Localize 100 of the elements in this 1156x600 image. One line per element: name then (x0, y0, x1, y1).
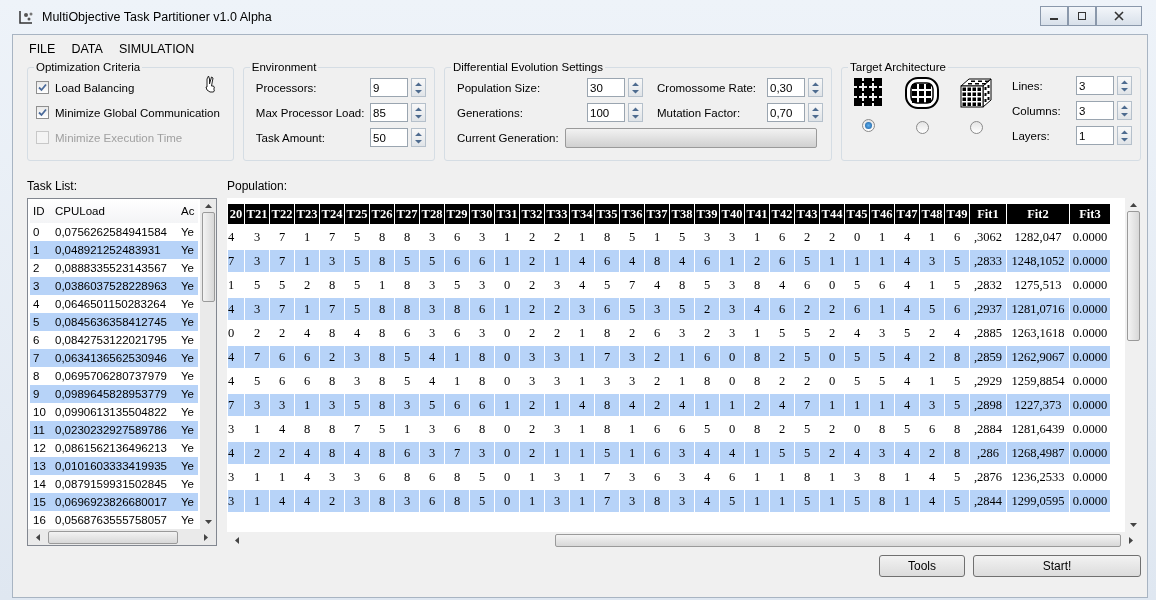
table-cell: 3 (245, 298, 269, 320)
table-cell-text: 7 (627, 276, 637, 294)
table-cell-text: 5 (802, 324, 812, 342)
spinner-button[interactable] (411, 128, 426, 147)
table-cell-text: 4 (777, 276, 787, 294)
table-cell: 4 (228, 346, 244, 368)
list-cell-text: 5 (32, 316, 41, 328)
table-cell-text: 2 (527, 324, 537, 342)
table-cell-text: 0 (502, 468, 512, 486)
menu-item[interactable]: DATA (71, 42, 103, 56)
radio-button[interactable] (861, 119, 875, 132)
table-cell: 4 (295, 490, 319, 512)
spinner-button[interactable] (1117, 76, 1132, 95)
table-cell: 7 (228, 394, 244, 416)
scroll-thumb[interactable] (1126, 211, 1140, 341)
table-cell: 1 (695, 394, 719, 416)
number-field[interactable]: 85 (370, 103, 408, 122)
table-cell-text: 4 (702, 468, 712, 486)
close-button[interactable] (1096, 6, 1142, 26)
list-cell-text: 7 (32, 352, 41, 364)
up-down-arrows-icon (1120, 78, 1129, 93)
table-cell-text: 8 (752, 372, 762, 390)
column-header: T40 (720, 204, 744, 224)
spinner-button[interactable] (411, 78, 426, 97)
list-cell-text: 0,0756262584941584 (54, 226, 168, 238)
number-field[interactable]: 0,30 (767, 78, 805, 97)
spinner-button[interactable] (808, 103, 823, 122)
table-cell: 3 (870, 442, 894, 464)
table-cell: 4 (895, 298, 919, 320)
menu-item[interactable]: SIMULATION (118, 42, 195, 56)
spinner-button[interactable] (411, 103, 426, 122)
table-cell: 2 (270, 442, 294, 464)
checkbox[interactable] (36, 81, 49, 94)
list-cell-text: 2 (32, 262, 41, 274)
table-cell-text: 2 (277, 324, 287, 342)
spinner-button[interactable] (1117, 126, 1132, 145)
table-cell: 3 (320, 394, 344, 416)
table-cell: 5 (945, 250, 969, 272)
column-header: Fit2 (1007, 204, 1069, 224)
table-cell-text: 1 (302, 228, 312, 246)
up-down-arrows-icon (1120, 128, 1129, 143)
table-cell: 8 (870, 490, 894, 512)
number-field[interactable]: 0,70 (767, 103, 805, 122)
column-header: T23 (295, 204, 319, 224)
spinner-button[interactable] (1117, 101, 1132, 120)
number-field[interactable]: 9 (370, 78, 408, 97)
table-cell: 8 (370, 394, 394, 416)
spinner-button[interactable] (628, 103, 643, 122)
table-cell: 7 (270, 298, 294, 320)
table-cell-text: 3 (327, 468, 337, 486)
field-label: Population Size: (456, 81, 542, 94)
column-header[interactable]: ID (30, 205, 52, 217)
spinner-button[interactable] (628, 78, 643, 97)
table-cell: 5 (845, 490, 869, 512)
table-cell: 3 (620, 490, 644, 512)
minimize-button[interactable] (1040, 6, 1068, 26)
column-header: T41 (745, 204, 769, 224)
number-field[interactable]: 3 (1076, 101, 1114, 120)
checkbox[interactable] (36, 106, 49, 119)
action-button[interactable]: Tools (879, 555, 965, 577)
number-field[interactable]: 1 (1076, 126, 1114, 145)
horizontal-scrollbar[interactable] (28, 529, 216, 545)
table-cell-text: 4 (652, 276, 662, 294)
table-cell-text: 3 (677, 468, 687, 486)
table-cell: 1 (445, 346, 469, 368)
column-header[interactable]: CPULoad (52, 205, 178, 217)
scroll-thumb[interactable] (201, 212, 215, 302)
radio-button[interactable] (915, 121, 929, 134)
maximize-button[interactable] (1068, 6, 1096, 26)
table-cell-text: 3 (677, 324, 687, 342)
table-cell: 1 (520, 490, 544, 512)
column-header: T44 (820, 204, 844, 224)
table-cell-text: 1282,047 (1013, 228, 1063, 246)
table-cell: 4 (345, 442, 369, 464)
spinner-button[interactable] (808, 78, 823, 97)
column-header[interactable]: Ac (178, 205, 196, 217)
number-field[interactable]: 50 (370, 128, 408, 147)
action-button[interactable]: Start! (973, 555, 1141, 577)
number-field[interactable]: 3 (1076, 76, 1114, 95)
list-cell-text: Ye (180, 478, 195, 490)
list-cell-text: 10 (32, 406, 47, 418)
table-cell-text: 5 (252, 372, 262, 390)
table-cell: 6 (445, 394, 469, 416)
field-label: Cromossome Rate: (656, 81, 758, 94)
table-cell: 0.0000 (1070, 346, 1110, 368)
table-cell: 6 (945, 298, 969, 320)
table-cell: 4 (920, 490, 944, 512)
list-cell-text: 4 (32, 298, 41, 310)
radio-button[interactable] (969, 121, 983, 134)
table-cell: 7 (795, 394, 819, 416)
number-field[interactable]: 30 (587, 78, 625, 97)
menu-item[interactable]: FILE (29, 42, 56, 56)
vertical-scrollbar[interactable] (200, 199, 216, 529)
field-label: Max Processor Load: (254, 106, 366, 119)
scroll-thumb[interactable] (48, 530, 178, 544)
table-cell: 1 (295, 394, 319, 416)
table-cell-text: 3 (252, 228, 262, 246)
table-cell-text: 1275,513 (1013, 276, 1063, 294)
scroll-thumb[interactable] (555, 533, 1121, 547)
number-field[interactable]: 100 (587, 103, 625, 122)
